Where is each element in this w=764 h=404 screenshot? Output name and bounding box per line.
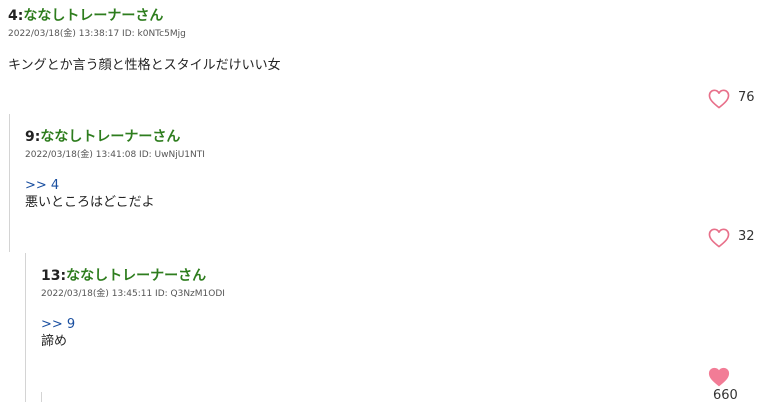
post-header: 9:ななしトレーナーさん: [25, 128, 205, 146]
post-meta: 2022/03/18(金) 13:41:08 ID: UwNjU1NTI: [25, 150, 205, 160]
like-count: 76: [738, 90, 755, 105]
reply-thread-line: [25, 253, 26, 402]
post-number[interactable]: 4:: [8, 8, 23, 24]
post-body: 悪いところはどこだよ: [25, 195, 155, 210]
post-13: 13:ななしトレーナーさん 2022/03/18(金) 13:45:11 ID:…: [41, 267, 225, 351]
reply-thread-line: [9, 114, 10, 252]
like-button[interactable]: [708, 228, 730, 248]
like-button-active[interactable]: [708, 367, 730, 387]
poster-name: ななしトレーナーさん: [66, 268, 207, 284]
post-header: 13:ななしトレーナーさん: [41, 267, 225, 285]
post-header: 4:ななしトレーナーさん: [8, 7, 281, 25]
post-meta: 2022/03/18(金) 13:38:17 ID: k0NTc5Mjg: [8, 29, 186, 39]
poster-name: ななしトレーナーさん: [23, 8, 164, 24]
post-body: キングとか言う顔と性格とスタイルだけいい女: [8, 58, 281, 73]
heart-filled-icon: [708, 367, 730, 387]
reply-thread-line: [41, 392, 42, 402]
reply-anchor-link[interactable]: >> 9: [41, 317, 225, 333]
post-body: 諦め: [41, 334, 68, 349]
heart-icon: [708, 89, 730, 109]
post-4: 4:ななしトレーナーさん 2022/03/18(金) 13:38:17 ID: …: [8, 7, 281, 75]
like-button[interactable]: [708, 89, 730, 109]
post-number[interactable]: 13:: [41, 268, 66, 284]
post-number[interactable]: 9:: [25, 129, 40, 145]
post-9: 9:ななしトレーナーさん 2022/03/18(金) 13:41:08 ID: …: [25, 128, 205, 212]
like-count: 32: [738, 229, 755, 244]
reply-anchor-link[interactable]: >> 4: [25, 178, 205, 194]
poster-name: ななしトレーナーさん: [40, 129, 181, 145]
post-meta: 2022/03/18(金) 13:45:11 ID: Q3NzM1ODI: [41, 289, 225, 299]
heart-icon: [708, 228, 730, 248]
